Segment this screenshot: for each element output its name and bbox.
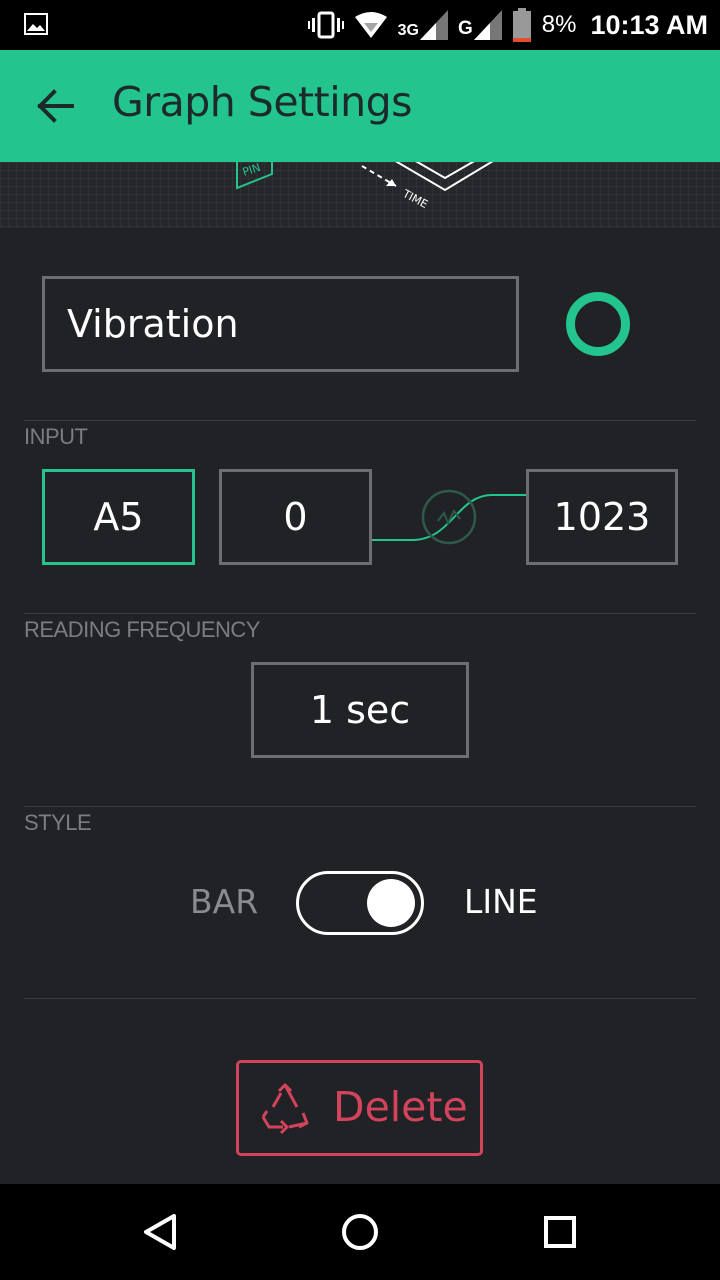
vibrate-icon — [307, 11, 344, 39]
max-value-input[interactable]: 1023 — [526, 469, 678, 565]
back-triangle-icon[interactable] — [136, 1208, 184, 1256]
network-3g-label: 3G — [397, 22, 419, 39]
graph-name-value: Vibration — [67, 302, 239, 346]
color-picker-button[interactable] — [566, 292, 630, 356]
style-option-line[interactable]: LINE — [464, 882, 538, 921]
signal-icon-2 — [473, 10, 502, 40]
status-indicators: 3G G 8% 10:13 AM — [307, 0, 708, 50]
reading-frequency-selector[interactable]: 1 sec — [251, 662, 469, 758]
range-curve-icon — [372, 489, 526, 545]
clock: 10:13 AM — [590, 9, 708, 40]
illustration-time-label: TIME — [400, 187, 430, 211]
divider — [24, 806, 696, 807]
status-bar: 3G G 8% 10:13 AM — [0, 0, 720, 50]
delete-label: Delete — [333, 1083, 468, 1131]
arrow-left-icon[interactable] — [32, 84, 80, 128]
input-section-label: INPUT — [24, 424, 88, 449]
signal-icon — [419, 10, 448, 40]
page-title: Graph Settings — [112, 78, 412, 126]
wifi-icon — [354, 12, 387, 38]
reading-frequency-label: READING FREQUENCY — [24, 617, 260, 642]
pin-value: A5 — [93, 495, 144, 539]
style-option-bar[interactable]: BAR — [190, 882, 258, 921]
graph-name-input[interactable]: Vibration — [42, 276, 519, 372]
pin-selector[interactable]: A5 — [42, 469, 195, 565]
delete-button[interactable]: Delete — [236, 1060, 483, 1156]
app-bar: Graph Settings — [0, 50, 720, 162]
graph-illustration: PIN TIME — [236, 162, 494, 211]
home-circle-icon[interactable] — [336, 1208, 384, 1256]
header-illustration: PIN TIME — [0, 162, 720, 228]
reading-frequency-value: 1 sec — [309, 688, 411, 732]
recycle-icon — [261, 1083, 309, 1135]
toggle-knob — [367, 879, 415, 927]
max-value: 1023 — [553, 495, 651, 539]
illustration-pin-label: PIN — [241, 162, 262, 179]
network-g-label: G — [457, 18, 473, 39]
system-nav-bar — [0, 1184, 720, 1280]
divider — [24, 998, 696, 999]
style-toggle[interactable] — [296, 871, 424, 935]
recents-square-icon[interactable] — [536, 1208, 584, 1256]
min-value-input[interactable]: 0 — [219, 469, 372, 565]
battery-icon — [512, 8, 531, 42]
style-section-label: STYLE — [24, 810, 92, 835]
min-value: 0 — [283, 495, 308, 539]
divider — [24, 420, 696, 421]
image-icon — [24, 13, 48, 35]
battery-percent: 8% — [541, 11, 577, 38]
divider — [24, 613, 696, 614]
